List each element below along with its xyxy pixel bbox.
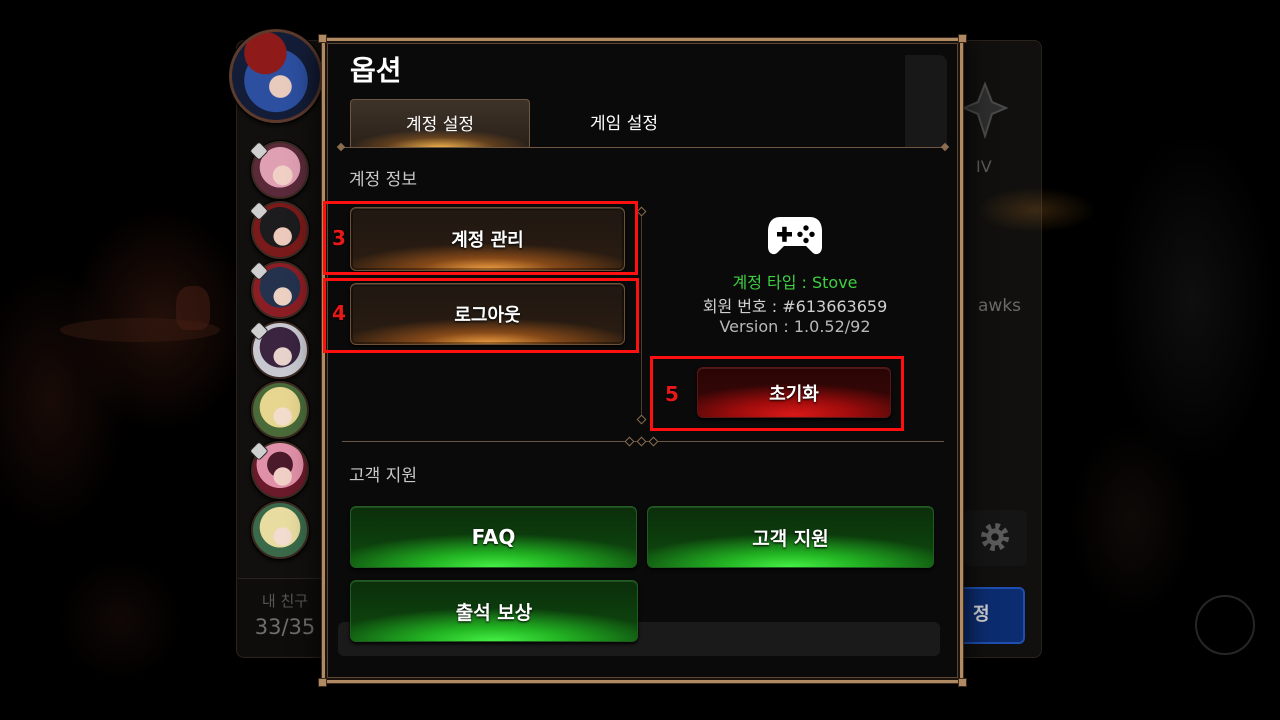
annotation-number-5: 5 — [665, 382, 679, 406]
frame-corner — [318, 678, 327, 687]
player-avatar[interactable] — [229, 29, 323, 123]
annotation-number-4: 4 — [332, 301, 346, 325]
header-shade — [905, 55, 947, 147]
dialog-title: 옵션 — [350, 54, 402, 87]
friend-avatar[interactable] — [251, 381, 309, 439]
account-info-heading: 계정 정보 — [349, 170, 417, 190]
annotation-box-5 — [650, 356, 904, 431]
gear-icon[interactable] — [980, 522, 1010, 552]
annotation-box-3 — [323, 201, 638, 275]
friends-count: 33/35 — [254, 615, 316, 639]
annotation-box-4 — [323, 278, 639, 353]
friends-label: 내 친구 — [261, 592, 309, 610]
rank-emblem-icon — [962, 81, 1008, 140]
member-number-text: 회원 번호 : #613663659 — [702, 297, 888, 316]
background-tavern-scene — [0, 0, 236, 720]
settings-button-label: 정 — [973, 604, 990, 625]
frame-corner — [958, 34, 967, 43]
faq-button[interactable]: FAQ — [350, 506, 637, 568]
event-banner-art — [966, 170, 1141, 245]
attendance-reward-button[interactable]: 출석 보상 — [350, 580, 638, 642]
gamepad-icon — [768, 217, 822, 255]
tab-underline — [340, 147, 945, 148]
customer-support-heading: 고객 지원 — [349, 466, 417, 486]
frame-corner — [318, 34, 327, 43]
frame-corner — [958, 678, 967, 687]
account-type-text: 계정 타입 : Stove — [732, 273, 858, 292]
version-text: Version : 1.0.52/92 — [719, 317, 871, 336]
tab-game-settings[interactable]: 게임 설정 — [534, 99, 714, 148]
vertical-divider — [641, 210, 642, 420]
background-character-art — [1042, 40, 1280, 660]
annotation-number-3: 3 — [332, 226, 346, 250]
menu-ring-icon — [1195, 595, 1255, 655]
team-name-text: awks — [978, 296, 1022, 316]
tab-account-settings[interactable]: 계정 설정 — [350, 99, 530, 148]
friend-avatar[interactable] — [251, 501, 309, 559]
background-pot — [176, 286, 210, 330]
customer-support-button[interactable]: 고객 지원 — [647, 506, 934, 568]
